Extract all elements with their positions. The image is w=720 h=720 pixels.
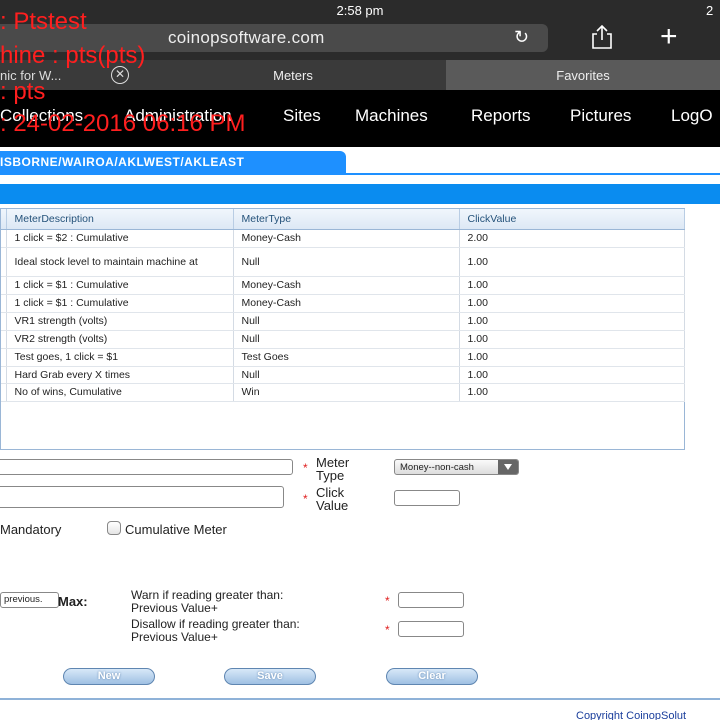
url-text: coinopsoftware.com: [168, 28, 325, 47]
meter-type-label-2: Type: [316, 468, 345, 483]
cell-type: Win: [233, 383, 460, 402]
warn-label: Warn if reading greater than:: [131, 588, 284, 602]
new-button[interactable]: New: [63, 668, 155, 685]
meters-grid: MeterDescription MeterType ClickValue 1 …: [0, 208, 685, 450]
cell-description: 1 click = $1 : Cumulative: [6, 276, 234, 295]
cell-clickvalue: 1.00: [459, 348, 685, 367]
table-row[interactable]: VR1 strength (volts) Null 1.00: [1, 312, 685, 331]
cell-clickvalue: 2.00: [459, 229, 685, 248]
cell-clickvalue: 1.00: [459, 312, 685, 331]
cell-type: Money-Cash: [233, 294, 460, 313]
disallow-label: Disallow if reading greater than:: [131, 617, 300, 631]
table-row[interactable]: VR2 strength (volts) Null 1.00: [1, 330, 685, 349]
nav-sites[interactable]: Sites: [283, 106, 321, 126]
new-tab-icon[interactable]: +: [660, 22, 678, 52]
browser-tab-meters[interactable]: Meters: [140, 60, 446, 90]
table-row[interactable]: 1 click = $2 : Cumulative Money-Cash 2.00: [1, 229, 685, 248]
nav-logout[interactable]: LogO: [671, 106, 713, 126]
meters-table: MeterDescription MeterType ClickValue 1 …: [1, 209, 685, 402]
nav-pictures[interactable]: Pictures: [570, 106, 631, 126]
cell-type: Money-Cash: [233, 229, 460, 248]
cell-clickvalue: 1.00: [459, 294, 685, 313]
status-bar: 2:58 pm 2: [0, 0, 720, 20]
table-row[interactable]: Ideal stock level to maintain machine at…: [1, 247, 685, 277]
reload-icon[interactable]: ↻: [514, 27, 529, 48]
table-row[interactable]: Hard Grab every X times Null 1.00: [1, 366, 685, 384]
footer-divider: [0, 698, 720, 700]
max-label: Max:: [58, 594, 88, 609]
cell-clickvalue: 1.00: [459, 330, 685, 349]
cell-description: Test goes, 1 click = $1: [6, 348, 234, 367]
cell-description: Hard Grab every X times: [6, 366, 234, 384]
cell-description: Ideal stock level to maintain machine at: [6, 247, 234, 277]
mandatory-label: Mandatory: [0, 522, 62, 537]
required-mark: *: [303, 492, 308, 506]
cell-clickvalue: 1.00: [459, 247, 685, 277]
browser-tab-favorites[interactable]: Favorites: [446, 60, 720, 90]
disallow-input[interactable]: [398, 621, 464, 637]
cumulative-checkbox[interactable]: [107, 521, 121, 535]
status-time-right: 2: [706, 3, 714, 18]
disallow-label-2: Previous Value+: [131, 630, 218, 644]
column-header-clickvalue[interactable]: ClickValue: [459, 209, 685, 230]
table-row[interactable]: 1 click = $1 : Cumulative Money-Cash 1.00: [1, 276, 685, 295]
overlay-site: : pts: [0, 78, 46, 105]
divider: [0, 173, 720, 175]
required-mark: *: [385, 623, 390, 637]
cell-description: 1 click = $2 : Cumulative: [6, 229, 234, 248]
save-button[interactable]: Save: [224, 668, 316, 685]
cell-type: Test Goes: [233, 348, 460, 367]
nav-machines[interactable]: Machines: [355, 106, 428, 126]
column-header-description[interactable]: MeterDescription: [6, 209, 234, 230]
overlay-machine: hine : pts(pts): [0, 42, 146, 69]
overlay-user: : Ptstest: [0, 8, 87, 35]
table-row[interactable]: 1 click = $1 : Cumulative Money-Cash 1.00: [1, 294, 685, 313]
description-input[interactable]: [0, 459, 293, 475]
notes-input[interactable]: [0, 486, 284, 508]
cell-description: VR1 strength (volts): [6, 312, 234, 331]
location-tab[interactable]: ISBORNE/WAIROA/AKLWEST/AKLEAST: [0, 151, 346, 173]
cell-clickvalue: 1.00: [459, 383, 685, 402]
section-header-bar: [0, 184, 720, 204]
click-value-input[interactable]: [394, 490, 460, 506]
cell-description: No of wins, Cumulative: [6, 383, 234, 402]
warn-label-2: Previous Value+: [131, 601, 218, 615]
meter-type-select[interactable]: Money--non-cash: [394, 459, 519, 475]
clear-button[interactable]: Clear: [386, 668, 478, 685]
table-row[interactable]: No of wins, Cumulative Win 1.00: [1, 383, 685, 402]
required-mark: *: [303, 461, 308, 475]
warn-input[interactable]: [398, 592, 464, 608]
table-row[interactable]: Test goes, 1 click = $1 Test Goes 1.00: [1, 348, 685, 367]
cell-clickvalue: 1.00: [459, 276, 685, 295]
nav-reports[interactable]: Reports: [471, 106, 531, 126]
cell-type: Money-Cash: [233, 276, 460, 295]
cell-description: VR2 strength (volts): [6, 330, 234, 349]
share-icon[interactable]: [589, 24, 615, 50]
cell-type: Null: [233, 312, 460, 331]
click-value-label-2: Value: [316, 498, 349, 513]
cell-type: Null: [233, 247, 460, 277]
status-time: 2:58 pm: [336, 3, 384, 18]
footer-copyright[interactable]: Copyright CoinopSolut: [576, 710, 686, 720]
previous-button[interactable]: previous.: [0, 592, 59, 608]
required-mark: *: [385, 594, 390, 608]
cell-description: 1 click = $1 : Cumulative: [6, 294, 234, 313]
cumulative-label: Cumulative Meter: [125, 522, 227, 537]
meter-type-value: Money--non-cash: [400, 462, 474, 473]
cell-type: Null: [233, 330, 460, 349]
cell-clickvalue: 1.00: [459, 366, 685, 384]
column-header-type[interactable]: MeterType: [233, 209, 460, 230]
chevron-down-icon: [498, 460, 518, 474]
overlay-datetime: : 24-02-2016 06:16 PM: [0, 110, 246, 137]
cell-type: Null: [233, 366, 460, 384]
